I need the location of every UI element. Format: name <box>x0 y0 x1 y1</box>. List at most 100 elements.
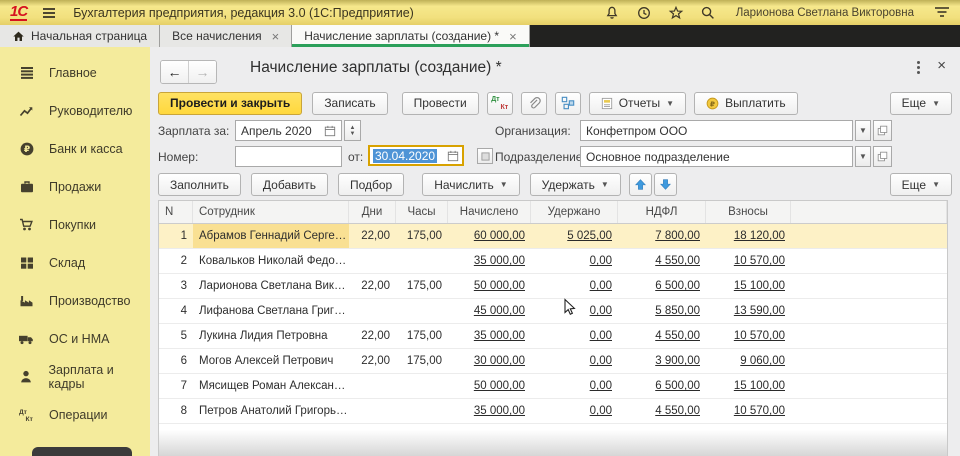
tab-home[interactable]: Начальная страница <box>0 25 160 47</box>
table-row[interactable]: 1 Абрамов Геннадий Серге… 22,00 175,00 6… <box>159 224 947 249</box>
withheld-link[interactable]: 0,00 <box>590 280 612 292</box>
notifications-icon[interactable] <box>604 5 620 21</box>
ndfl-link[interactable]: 4 550,00 <box>655 330 700 342</box>
contributions-link[interactable]: 10 570,00 <box>734 330 785 342</box>
table-row[interactable]: 2 Ковальков Николай Федо… 35 000,00 0,00… <box>159 249 947 274</box>
withheld-link[interactable]: 0,00 <box>590 355 612 367</box>
main-menu-icon[interactable] <box>41 5 57 21</box>
withheld-link[interactable]: 5 025,00 <box>567 230 612 242</box>
contributions-link[interactable]: 15 100,00 <box>734 380 785 392</box>
reports-button[interactable]: Отчеты▼ <box>589 92 686 115</box>
close-icon[interactable]: × <box>272 30 280 43</box>
table-row[interactable]: 7 Мясищев Роман Алексан… 50 000,00 0,00 … <box>159 374 947 399</box>
post-and-close-button[interactable]: Провести и закрыть <box>158 92 302 115</box>
sidebar-item-cart[interactable]: Покупки <box>0 206 150 244</box>
contributions-link[interactable]: 15 100,00 <box>734 280 785 292</box>
calendar-icon[interactable] <box>447 150 459 162</box>
withheld-link[interactable]: 0,00 <box>590 380 612 392</box>
table-more-button[interactable]: Еще▼ <box>890 173 952 196</box>
favorites-icon[interactable] <box>668 5 684 21</box>
pay-button[interactable]: ₽ Выплатить <box>694 92 798 115</box>
ndfl-link[interactable]: 7 800,00 <box>655 230 700 242</box>
post-button[interactable]: Провести <box>402 92 479 115</box>
accrued-link[interactable]: 35 000,00 <box>474 330 525 342</box>
table-row[interactable]: 8 Петров Анатолий Григорь… 35 000,00 0,0… <box>159 399 947 424</box>
withhold-button[interactable]: Удержать▼ <box>530 173 621 196</box>
sidebar-item-person[interactable]: Зарплата и кадры <box>0 358 150 396</box>
table-row[interactable]: 5 Лукина Лидия Петровна 22,00 175,00 35 … <box>159 324 947 349</box>
column-header-withheld[interactable]: Удержано <box>531 201 618 223</box>
organization-open-button[interactable] <box>873 120 892 141</box>
save-button[interactable]: Записать <box>312 92 387 115</box>
column-header-n[interactable]: N <box>159 201 193 223</box>
column-header-employee[interactable]: Сотрудник <box>193 201 349 223</box>
ndfl-link[interactable]: 4 550,00 <box>655 255 700 267</box>
organization-dropdown-button[interactable]: ▼ <box>855 120 871 141</box>
calendar-icon[interactable] <box>324 125 336 137</box>
attachments-button[interactable] <box>521 92 547 115</box>
withheld-link[interactable]: 0,00 <box>590 255 612 267</box>
accrued-link[interactable]: 30 000,00 <box>474 355 525 367</box>
tab-all-accruals[interactable]: Все начисления × <box>160 25 292 47</box>
toolbar-more-button[interactable]: Еще▼ <box>890 92 952 115</box>
column-header-contributions[interactable]: Взносы <box>706 201 791 223</box>
sidebar-item-grid[interactable]: Склад <box>0 244 150 282</box>
ndfl-link[interactable]: 5 850,00 <box>655 305 700 317</box>
forward-icon[interactable]: → <box>189 61 216 83</box>
accrued-link[interactable]: 50 000,00 <box>474 280 525 292</box>
sidebar-item-dtkt[interactable]: ДтКтОперации <box>0 396 150 434</box>
table-row[interactable]: 6 Могов Алексей Петрович 22,00 175,00 30… <box>159 349 947 374</box>
department-open-button[interactable] <box>873 146 892 167</box>
current-user[interactable]: Ларионова Светлана Викторовна <box>736 7 914 19</box>
contributions-link[interactable]: 18 120,00 <box>734 230 785 242</box>
sidebar-item-ruble[interactable]: ₽Банк и касса <box>0 130 150 168</box>
sidebar-item-trend[interactable]: Руководителю <box>0 92 150 130</box>
contributions-link[interactable]: 10 570,00 <box>734 405 785 417</box>
sidebar-item-factory[interactable]: Производство <box>0 282 150 320</box>
accrued-link[interactable]: 45 000,00 <box>474 305 525 317</box>
sidebar-item-truck[interactable]: ОС и НМА <box>0 320 150 358</box>
column-header-accrued[interactable]: Начислено <box>448 201 531 223</box>
column-header-ndfl[interactable]: НДФЛ <box>618 201 706 223</box>
column-header-hours[interactable]: Часы <box>396 201 448 223</box>
move-down-button[interactable] <box>654 173 677 196</box>
contributions-link[interactable]: 10 570,00 <box>734 255 785 267</box>
back-icon[interactable]: ← <box>161 61 189 83</box>
withheld-link[interactable]: 0,00 <box>590 330 612 342</box>
move-up-button[interactable] <box>629 173 652 196</box>
table-row[interactable]: 4 Лифанова Светлана Григ… 45 000,00 0,00… <box>159 299 947 324</box>
aux-button[interactable] <box>477 148 493 164</box>
ndfl-link[interactable]: 3 900,00 <box>655 355 700 367</box>
contributions-link[interactable]: 13 590,00 <box>734 305 785 317</box>
ndfl-link[interactable]: 6 500,00 <box>655 380 700 392</box>
accrued-link[interactable]: 50 000,00 <box>474 380 525 392</box>
search-icon[interactable] <box>700 5 716 21</box>
ndfl-link[interactable]: 6 500,00 <box>655 280 700 292</box>
structure-button[interactable] <box>555 92 581 115</box>
show-postings-button[interactable]: ДтКт <box>487 92 513 115</box>
department-dropdown-button[interactable]: ▼ <box>855 146 871 167</box>
period-stepper[interactable]: ▲▼ <box>344 120 361 141</box>
department-field[interactable]: Основное подразделение <box>580 146 853 167</box>
accrue-button[interactable]: Начислить▼ <box>422 173 519 196</box>
service-menu-icon[interactable] <box>934 5 950 21</box>
number-field[interactable] <box>235 146 342 167</box>
pick-button[interactable]: Подбор <box>338 173 404 196</box>
salary-period-field[interactable]: Апрель 2020 <box>235 120 342 141</box>
accrued-link[interactable]: 35 000,00 <box>474 405 525 417</box>
table-row[interactable]: 3 Ларионова Светлана Вик… 22,00 175,00 5… <box>159 274 947 299</box>
window-close-icon[interactable]: × <box>937 57 946 74</box>
date-field[interactable]: 30.04.2020 <box>368 145 464 166</box>
tab-salary-accrual[interactable]: Начисление зарплаты (создание) * × <box>292 25 529 47</box>
organization-field[interactable]: Конфетпром ООО <box>580 120 853 141</box>
history-icon[interactable] <box>636 5 652 21</box>
withheld-link[interactable]: 0,00 <box>590 405 612 417</box>
accrued-link[interactable]: 60 000,00 <box>474 230 525 242</box>
close-icon[interactable]: × <box>509 30 517 43</box>
sidebar-item-briefcase[interactable]: Продажи <box>0 168 150 206</box>
withheld-link[interactable]: 0,00 <box>590 305 612 317</box>
accrued-link[interactable]: 35 000,00 <box>474 255 525 267</box>
column-header-days[interactable]: Дни <box>349 201 396 223</box>
sidebar-item-sections[interactable]: Главное <box>0 54 150 92</box>
add-button[interactable]: Добавить <box>251 173 328 196</box>
